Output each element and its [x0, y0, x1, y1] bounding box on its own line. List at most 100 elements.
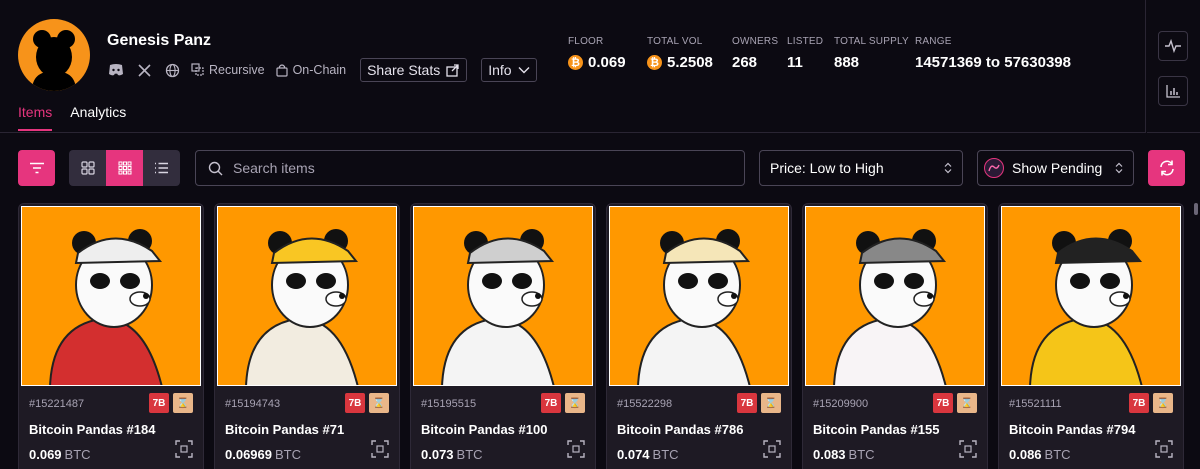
item-name[interactable]: Bitcoin Pandas #794 [1009, 422, 1173, 437]
tab-items[interactable]: Items [18, 104, 53, 131]
info-dropdown[interactable]: Info [481, 58, 537, 82]
recursive-badge: 7B [737, 393, 757, 413]
stat-listed: LISTED 11 [787, 36, 823, 71]
panda-eye-patch [1100, 273, 1120, 289]
panda-nose [1123, 293, 1129, 299]
stat-floor: FLOOR ₿ 0.069 [568, 36, 626, 71]
item-name[interactable]: Bitcoin Pandas #786 [617, 422, 781, 437]
recursive-badge: 7B [1129, 393, 1149, 413]
scan-icon[interactable] [959, 440, 977, 458]
item-artwork[interactable] [609, 206, 789, 386]
view-large-grid-button[interactable] [69, 150, 106, 186]
panda-eye-patch [316, 273, 336, 289]
item-card[interactable]: #15194743 7B ⌛ Bitcoin Pandas #71 0.0696… [214, 203, 400, 469]
recursive-icon [191, 63, 204, 76]
pending-select[interactable]: Show Pending [977, 150, 1134, 186]
item-price-value: 0.083 [813, 447, 846, 462]
view-list-button[interactable] [143, 150, 180, 186]
scan-icon[interactable] [371, 440, 389, 458]
item-name[interactable]: Bitcoin Pandas #71 [225, 422, 389, 437]
bitcoin-icon: ₿ [647, 55, 662, 70]
stat-total-supply-value: 888 [834, 54, 860, 71]
share-stats-label: Share Stats [367, 62, 441, 78]
page-scrollbar[interactable] [1192, 200, 1198, 469]
item-badges: 7B ⌛ [1129, 393, 1173, 413]
item-card[interactable]: #15521111 7B ⌛ Bitcoin Pandas #794 0.086… [998, 203, 1184, 469]
item-price-value: 0.069 [29, 447, 62, 462]
bitcoin-icon: ₿ [568, 55, 583, 70]
recursive-label: Recursive [209, 63, 265, 77]
item-artwork[interactable] [217, 206, 397, 386]
scan-icon[interactable] [175, 440, 193, 458]
item-meta: #15209900 7B ⌛ Bitcoin Pandas #155 0.083… [803, 388, 987, 462]
hourglass-icon: ⌛ [565, 393, 585, 413]
scan-icon[interactable] [763, 440, 781, 458]
scan-icon[interactable] [567, 440, 585, 458]
search-bar [195, 150, 745, 186]
grid-large-icon [80, 161, 95, 175]
hourglass-icon: ⌛ [1153, 393, 1173, 413]
stat-floor-label: FLOOR [568, 36, 604, 47]
item-card[interactable]: #15522298 7B ⌛ Bitcoin Pandas #786 0.074… [606, 203, 792, 469]
stat-listed-label: LISTED [787, 36, 824, 47]
tab-analytics[interactable]: Analytics [70, 104, 126, 131]
view-small-grid-button[interactable] [106, 150, 143, 186]
bar-chart-button[interactable] [1158, 76, 1188, 106]
scan-icon[interactable] [1155, 440, 1173, 458]
item-artwork[interactable] [21, 206, 201, 386]
item-name[interactable]: Bitcoin Pandas #100 [421, 422, 585, 437]
item-badges: 7B ⌛ [541, 393, 585, 413]
panda-nose [731, 293, 737, 299]
item-card[interactable]: #15221487 7B ⌛ Bitcoin Pandas #184 0.069… [18, 203, 204, 469]
item-price-value: 0.074 [617, 447, 650, 462]
item-card[interactable]: #15195515 7B ⌛ Bitcoin Pandas #100 0.073… [410, 203, 596, 469]
hourglass-icon: ⌛ [957, 393, 977, 413]
item-price: 0.069 BTC [29, 447, 193, 462]
search-input[interactable] [233, 160, 713, 176]
pulse-icon [1165, 39, 1181, 53]
hourglass-icon: ⌛ [761, 393, 781, 413]
stat-total-vol-value: 5.2508 [667, 54, 713, 71]
item-artwork[interactable] [413, 206, 593, 386]
tab-bar: Items Analytics [18, 104, 126, 131]
share-icon [446, 63, 459, 77]
scrollbar-thumb[interactable] [1194, 203, 1198, 215]
filter-button[interactable] [18, 150, 55, 186]
item-price: 0.073 BTC [421, 447, 585, 462]
grid-small-icon [118, 161, 131, 175]
item-badges: 7B ⌛ [149, 393, 193, 413]
pending-icon [984, 158, 1004, 178]
panda-eye-patch [120, 273, 140, 289]
x-twitter-icon[interactable] [135, 61, 153, 79]
panda-nose [339, 293, 345, 299]
panda-artwork [833, 229, 947, 385]
item-artwork[interactable] [805, 206, 985, 386]
item-name[interactable]: Bitcoin Pandas #184 [29, 422, 193, 437]
item-artwork[interactable] [1001, 206, 1181, 386]
item-name[interactable]: Bitcoin Pandas #155 [813, 422, 977, 437]
item-price: 0.06969 BTC [225, 447, 389, 462]
hourglass-icon: ⌛ [173, 393, 193, 413]
item-meta: #15194743 7B ⌛ Bitcoin Pandas #71 0.0696… [215, 388, 399, 462]
panda-outfit [49, 317, 163, 385]
activity-chart-button[interactable] [1158, 31, 1188, 61]
collection-avatar [18, 19, 90, 91]
search-icon [208, 161, 223, 175]
bar-chart-icon [1166, 85, 1180, 98]
stat-total-supply: TOTAL SUPPLY 888 [834, 36, 909, 71]
globe-icon[interactable] [163, 61, 181, 79]
filter-icon [29, 162, 44, 174]
item-card[interactable]: #15209900 7B ⌛ Bitcoin Pandas #155 0.083… [802, 203, 988, 469]
hourglass-icon: ⌛ [369, 393, 389, 413]
panda-eye-patch [482, 273, 502, 289]
on-chain-icon [275, 64, 288, 77]
recursive-badge: 7B [149, 393, 169, 413]
on-chain-tag: On-Chain [275, 63, 346, 77]
refresh-button[interactable] [1148, 150, 1185, 186]
sort-label: Price: Low to High [770, 160, 884, 176]
stat-listed-value: 11 [787, 54, 803, 71]
chevron-down-icon [518, 67, 530, 74]
share-stats-button[interactable]: Share Stats [360, 58, 468, 82]
discord-icon[interactable] [107, 61, 125, 79]
sort-select[interactable]: Price: Low to High [759, 150, 963, 186]
